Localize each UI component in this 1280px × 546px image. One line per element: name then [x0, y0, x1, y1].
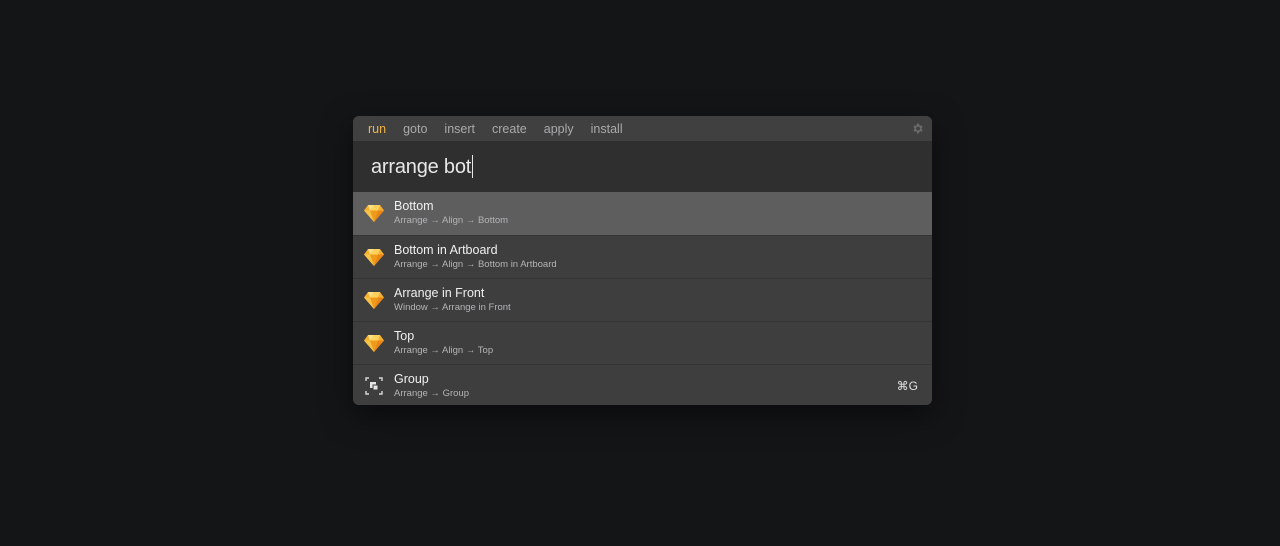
- result-path: Arrange → Align → Top: [394, 345, 494, 356]
- group-icon: [365, 377, 383, 395]
- result-row[interactable]: Top Arrange → Align → Top: [353, 321, 932, 364]
- result-title: Group: [394, 372, 429, 386]
- result-row[interactable]: Bottom Arrange → Align → Bottom: [353, 192, 932, 235]
- search-input-value: arrange bot: [371, 155, 472, 178]
- result-row[interactable]: Group Arrange → Group ⌘G: [353, 364, 932, 405]
- tab-insert[interactable]: insert: [444, 122, 475, 136]
- keyboard-shortcut: ⌘G: [896, 379, 918, 393]
- result-path: Arrange → Align → Bottom in Artboard: [394, 259, 557, 270]
- result-path: Arrange → Group: [394, 388, 469, 399]
- mode-tabs: run goto insert create apply install: [353, 116, 932, 141]
- result-title: Bottom in Artboard: [394, 243, 498, 257]
- tab-run[interactable]: run: [368, 122, 386, 136]
- search-input[interactable]: arrange bot: [371, 154, 474, 179]
- result-title: Bottom: [394, 199, 434, 213]
- tab-goto[interactable]: goto: [403, 122, 427, 136]
- command-palette: run goto insert create apply install arr…: [353, 116, 932, 405]
- sketch-diamond-icon: [364, 205, 384, 222]
- results-list: Bottom Arrange → Align → Bottom Bottom i…: [353, 192, 932, 405]
- sketch-diamond-icon: [364, 292, 384, 309]
- tab-install[interactable]: install: [591, 122, 623, 136]
- result-row[interactable]: Bottom in Artboard Arrange → Align → Bot…: [353, 235, 932, 278]
- sketch-diamond-icon: [364, 335, 384, 352]
- search-area: arrange bot: [353, 141, 932, 192]
- text-caret: [472, 154, 474, 178]
- result-path: Window → Arrange in Front: [394, 302, 511, 313]
- tab-apply[interactable]: apply: [544, 122, 574, 136]
- result-path: Arrange → Align → Bottom: [394, 215, 509, 226]
- result-row[interactable]: Arrange in Front Window → Arrange in Fro…: [353, 278, 932, 321]
- result-title: Top: [394, 329, 415, 343]
- tab-create[interactable]: create: [492, 122, 527, 136]
- gear-icon[interactable]: [911, 122, 924, 135]
- result-title: Arrange in Front: [394, 286, 485, 300]
- sketch-diamond-icon: [364, 249, 384, 266]
